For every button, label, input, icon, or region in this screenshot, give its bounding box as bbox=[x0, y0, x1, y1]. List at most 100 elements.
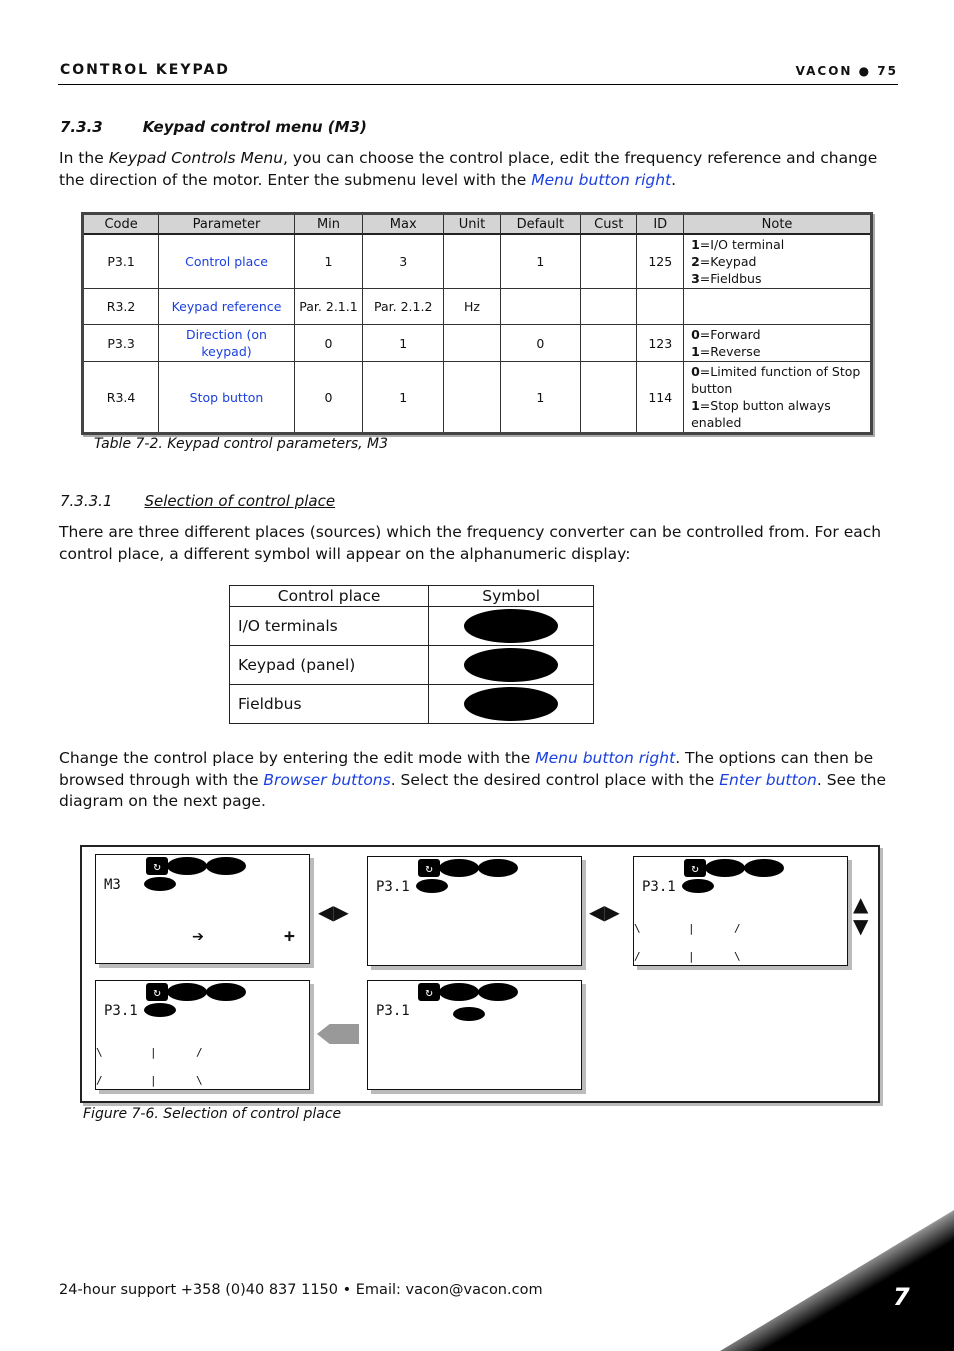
control-place-symbol bbox=[682, 879, 714, 893]
cell-unit bbox=[443, 233, 501, 289]
display-code: P3.1 bbox=[376, 879, 410, 895]
note-line: 1=I/O terminal bbox=[691, 237, 785, 252]
blink-marks-icon: \ bbox=[634, 922, 641, 935]
control-places-paragraph: There are three different places (source… bbox=[59, 523, 882, 563]
cell-unit bbox=[443, 324, 501, 362]
cell-param[interactable]: Stop button bbox=[158, 361, 295, 434]
cell-cust bbox=[580, 233, 638, 289]
cell-param[interactable]: Direction (on keypad) bbox=[158, 324, 295, 362]
blink-marks-icon: / bbox=[734, 922, 741, 935]
up-down-arrows-icon: ▲ ▼ bbox=[853, 892, 869, 938]
rotation-icon: ↻ bbox=[418, 859, 440, 877]
status-symbols: ↻ bbox=[684, 859, 784, 877]
running-header-title: CONTROL KEYPAD bbox=[60, 62, 230, 78]
corner-graphic bbox=[720, 1210, 954, 1351]
rotation-icon: ↻ bbox=[146, 983, 168, 1001]
display-code: P3.1 bbox=[376, 1003, 410, 1019]
note-line: 0=Limited function of Stop button bbox=[691, 364, 861, 396]
note-line: 3=Fieldbus bbox=[691, 271, 762, 286]
blink-marks-icon: | bbox=[688, 922, 695, 935]
cell-param[interactable]: Control place bbox=[158, 233, 295, 289]
section-number: 7.3.3 bbox=[60, 118, 103, 136]
browser-buttons-link[interactable]: Browser buttons bbox=[263, 771, 390, 789]
cell-max: 1 bbox=[362, 324, 445, 362]
cell-min: 1 bbox=[293, 233, 364, 289]
control-place-symbol bbox=[453, 1007, 485, 1021]
cell-id: 123 bbox=[636, 324, 685, 362]
column-header: ID bbox=[636, 213, 685, 235]
status-symbol bbox=[439, 859, 479, 877]
cell-unit: Hz bbox=[443, 288, 501, 325]
cell-max: 1 bbox=[362, 361, 445, 434]
status-symbol bbox=[167, 857, 207, 875]
left-right-arrows-icon: ◀▶ bbox=[589, 900, 620, 924]
status-symbol bbox=[206, 857, 246, 875]
keypad-display-panel: ↻ P3.1 \ | / / | \ bbox=[95, 980, 310, 1090]
status-symbol bbox=[439, 983, 479, 1001]
cell-min: 0 bbox=[293, 324, 364, 362]
cell-note: 0=Forward 1=Reverse bbox=[683, 324, 872, 362]
blink-marks-icon: | bbox=[688, 950, 695, 963]
keypad-symbol bbox=[464, 648, 559, 682]
table-caption: Table 7-2. Keypad control parameters, M3 bbox=[94, 436, 389, 452]
cell-note bbox=[683, 288, 872, 325]
arrow-right-icon: ➔ bbox=[192, 924, 205, 948]
cell-default: 1 bbox=[499, 233, 582, 289]
status-symbols: ↻ bbox=[146, 983, 246, 1001]
cell-cust bbox=[580, 324, 638, 362]
cell-code: R3.2 bbox=[81, 288, 160, 325]
status-symbols: ↻ bbox=[146, 857, 246, 875]
rotation-icon: ↻ bbox=[146, 857, 168, 875]
cell-param[interactable]: Keypad reference bbox=[158, 288, 295, 325]
status-symbol bbox=[478, 859, 518, 877]
cell-max: 3 bbox=[362, 233, 445, 289]
blink-marks-icon: | bbox=[150, 1074, 157, 1087]
control-place-symbol bbox=[144, 877, 176, 891]
left-right-arrows-icon: ◀▶ bbox=[318, 900, 349, 924]
header-rule bbox=[58, 84, 898, 85]
cell-default bbox=[499, 288, 582, 325]
keypad-display-panel: ↻ P3.1 bbox=[367, 980, 582, 1090]
rotation-icon: ↻ bbox=[684, 859, 706, 877]
cell-default: 0 bbox=[499, 324, 582, 362]
status-symbols: ↻ bbox=[418, 859, 518, 877]
status-symbols: ↻ bbox=[418, 983, 518, 1001]
status-symbol bbox=[206, 983, 246, 1001]
blink-marks-icon: / bbox=[96, 1074, 103, 1087]
keypad-control-parameters-table: Code Parameter Min Max Unit Default Cust ID Note… bbox=[81, 212, 873, 435]
intro-paragraph: In the Keypad Controls Menu, you can cho… bbox=[59, 149, 878, 189]
io-terminal-symbol bbox=[464, 609, 559, 643]
keypad-display-panel: ↻ M3 ➔ + bbox=[95, 854, 310, 964]
table-row: I/O terminals bbox=[228, 606, 594, 646]
enter-button-link[interactable]: Enter button bbox=[719, 771, 817, 789]
col-control-place: Control place bbox=[228, 585, 430, 607]
cell-code: R3.4 bbox=[81, 361, 160, 434]
control-place-symbol bbox=[144, 1003, 176, 1017]
table-row: R3.4 Stop button 0 1 1 114 0=Limited function … bbox=[81, 361, 872, 434]
blink-marks-icon: \ bbox=[96, 1046, 103, 1059]
footer-support: 24-hour support +358 (0)40 837 1150 • Em… bbox=[59, 1282, 543, 1298]
column-header: Unit bbox=[443, 213, 501, 235]
change-control-place-paragraph: Change the control place by entering the… bbox=[59, 749, 887, 810]
note-line: 1=Stop button always enabled bbox=[691, 398, 831, 430]
plus-icon: + bbox=[284, 926, 295, 947]
cell-code: P3.1 bbox=[81, 233, 160, 289]
menu-button-right-link[interactable]: Menu button right bbox=[535, 749, 675, 767]
status-symbol bbox=[705, 859, 745, 877]
column-header: Default bbox=[499, 213, 582, 235]
cell-max: Par. 2.1.2 bbox=[362, 288, 445, 325]
menu-button-right-link[interactable]: Menu button right bbox=[531, 171, 671, 189]
section-title: Keypad control menu (M3) bbox=[142, 118, 367, 136]
note-line: 2=Keypad bbox=[691, 254, 757, 269]
column-header: Cust bbox=[580, 213, 638, 235]
display-code: M3 bbox=[104, 877, 121, 893]
cell-id: 125 bbox=[636, 233, 685, 289]
cell-default: 1 bbox=[499, 361, 582, 434]
keypad-display-panel: ↻ P3.1 \ | / / | \ bbox=[633, 856, 848, 966]
col-symbol: Symbol bbox=[428, 585, 594, 607]
cell-unit bbox=[443, 361, 501, 434]
control-place-symbol-table: Control place Symbol I/O terminals Keypad… bbox=[228, 585, 594, 724]
figure-caption: Figure 7-6. Selection of control place bbox=[83, 1106, 342, 1122]
subsection-heading: 7.3.3.1 Selection of control place bbox=[60, 492, 336, 510]
rotation-icon: ↻ bbox=[418, 983, 440, 1001]
